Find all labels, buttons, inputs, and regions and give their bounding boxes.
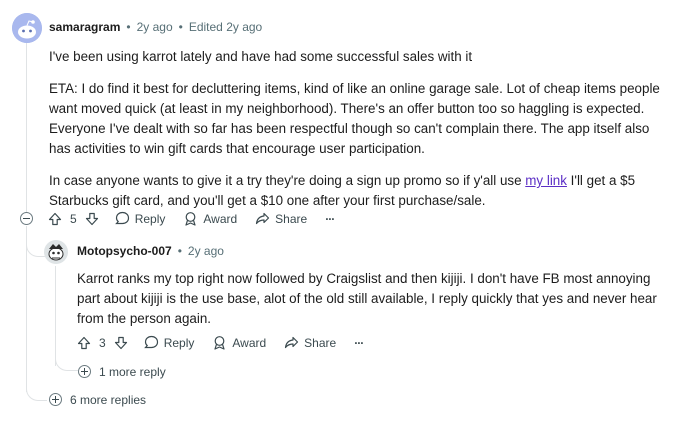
reply-body: Karrot ranks my top right now followed b… xyxy=(77,269,667,329)
more-reply-link[interactable]: 1 more reply xyxy=(99,365,166,379)
share-label: Share xyxy=(275,211,308,226)
reply-paragraph: Karrot ranks my top right now followed b… xyxy=(77,271,657,326)
comment-header: samaragram • 2y ago • Edited 2y ago xyxy=(49,20,262,34)
upvote-button[interactable] xyxy=(77,336,91,350)
expand-reply-button[interactable] xyxy=(78,365,91,378)
reply-bubble-icon xyxy=(114,211,129,225)
thread-line-main xyxy=(26,42,27,212)
username[interactable]: Motopsycho-007 xyxy=(77,244,172,258)
award-button[interactable]: Award xyxy=(183,211,237,226)
expand-plus-icon xyxy=(81,368,88,375)
comment-actions: 5 Reply Award Share ··· xyxy=(48,211,352,226)
more-replies-link[interactable]: 6 more replies xyxy=(70,393,146,407)
reply-label: Reply xyxy=(134,211,166,226)
comment-paragraph: I've been using karrot lately and have h… xyxy=(49,49,473,64)
share-button[interactable]: Share xyxy=(284,335,336,350)
award-icon xyxy=(185,212,196,226)
vote-count: 5 xyxy=(70,211,77,226)
award-label: Award xyxy=(203,211,238,226)
edited-label: Edited 2y ago xyxy=(188,20,263,34)
vote-count: 3 xyxy=(99,335,106,350)
thread-curve xyxy=(26,228,45,257)
upvote-icon xyxy=(77,336,91,349)
separator-dot: • xyxy=(126,20,131,34)
more-options-icon: ··· xyxy=(325,211,335,226)
downvote-icon xyxy=(114,336,127,349)
reddit-avatar-icon xyxy=(44,240,68,264)
share-label: Share xyxy=(304,335,337,350)
reply-button[interactable]: Reply xyxy=(114,211,166,226)
share-button[interactable]: Share xyxy=(255,211,307,226)
reddit-avatar-icon xyxy=(12,13,42,43)
downvote-button[interactable] xyxy=(85,212,99,226)
collapse-icon xyxy=(23,218,30,219)
more-options-button[interactable]: ··· xyxy=(325,211,335,226)
award-label: Award xyxy=(232,335,267,350)
thread-curve-reply xyxy=(55,350,78,371)
reply-header: Motopsycho-007 • 2y ago xyxy=(77,244,224,258)
comment-text: In case anyone wants to give it a try th… xyxy=(49,173,526,188)
more-options-button[interactable]: ··· xyxy=(354,335,364,350)
comment-paragraph: ETA: I do find it best for decluttering … xyxy=(49,81,660,156)
expand-replies-button[interactable] xyxy=(49,393,62,406)
separator-dot: • xyxy=(177,244,182,258)
reply-label: Reply xyxy=(163,335,195,350)
vote-group: 3 xyxy=(77,336,128,350)
award-icon xyxy=(214,336,225,350)
share-arrow-icon xyxy=(285,336,299,349)
expand-plus-icon xyxy=(52,396,59,403)
comment-body: I've been using karrot lately and have h… xyxy=(49,47,664,211)
reply-actions: 3 Reply Award Share ··· xyxy=(77,335,381,350)
referral-link[interactable]: my link xyxy=(525,173,567,188)
comment-paragraph: In case anyone wants to give it a try th… xyxy=(49,171,664,211)
timestamp: 2y ago xyxy=(136,20,173,34)
award-button[interactable]: Award xyxy=(212,335,266,350)
more-options-icon: ··· xyxy=(354,335,364,350)
upvote-icon xyxy=(48,212,62,225)
downvote-button[interactable] xyxy=(114,336,128,350)
timestamp: 2y ago xyxy=(187,244,224,258)
downvote-icon xyxy=(85,212,98,225)
collapse-button[interactable] xyxy=(20,212,33,225)
reply-bubble-icon xyxy=(143,335,158,349)
vote-group: 5 xyxy=(48,212,99,226)
upvote-button[interactable] xyxy=(48,212,62,226)
avatar[interactable] xyxy=(44,240,68,264)
avatar[interactable] xyxy=(12,13,42,43)
separator-dot: • xyxy=(178,20,183,34)
reply-button[interactable]: Reply xyxy=(143,335,195,350)
share-arrow-icon xyxy=(256,212,270,225)
thread-curve-more xyxy=(26,380,47,401)
username[interactable]: samaragram xyxy=(49,20,120,34)
